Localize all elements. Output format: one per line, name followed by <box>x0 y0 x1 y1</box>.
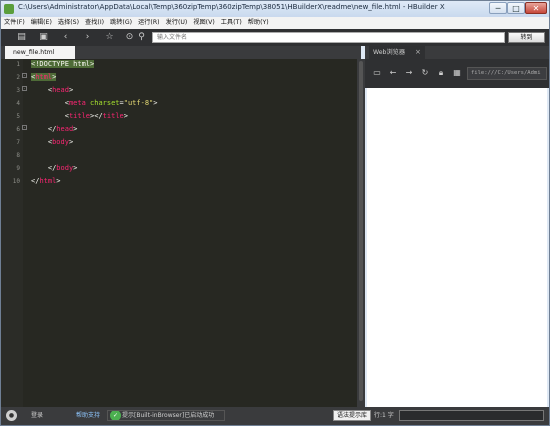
line-number: 2 <box>16 74 20 81</box>
fold-toggle-icon[interactable]: - <box>22 125 27 130</box>
menu-file[interactable]: 文件(F) <box>1 17 28 29</box>
web-preview[interactable] <box>367 88 547 407</box>
line-number: 6 <box>16 126 20 133</box>
code-line: <meta charset="utf-8"> <box>31 99 158 107</box>
code-editor[interactable]: 1 2 3 4 5 6 7 8 9 10 - - - <!DOCTYPE htm… <box>1 59 357 407</box>
maximize-button[interactable]: □ <box>507 2 525 14</box>
line-number: 5 <box>16 113 20 120</box>
app-window: C:\Users\Administrator\AppData\Local\Tem… <box>0 0 550 426</box>
code-line: <title></title> <box>31 112 128 120</box>
web-tab-label: Web浏览器 <box>373 49 406 56</box>
user-icon[interactable]: ● <box>6 410 17 421</box>
menu-publish[interactable]: 发行(U) <box>163 17 191 29</box>
code-line: <!DOCTYPE html> <box>31 60 95 68</box>
screen-icon[interactable]: ▭ <box>371 67 383 79</box>
back-icon[interactable]: ← <box>387 67 399 79</box>
menu-help[interactable]: 帮助(Y) <box>245 17 272 29</box>
back-icon[interactable]: ‹ <box>59 31 72 44</box>
menu-tools[interactable]: 工具(T) <box>218 17 245 29</box>
menu-view[interactable]: 视图(V) <box>190 17 217 29</box>
minimize-button[interactable]: ─ <box>489 2 507 14</box>
tab-web-browser[interactable]: Web浏览器 × <box>369 46 425 59</box>
line-gutter <box>1 59 23 407</box>
line-number: 4 <box>16 100 20 107</box>
line-number: 7 <box>16 139 20 146</box>
line-number: 8 <box>16 152 20 159</box>
cursor-position: 行:1 字 <box>374 412 394 419</box>
grid-icon[interactable]: ▦ <box>451 67 463 79</box>
new-file-icon[interactable]: ▤ <box>15 31 28 44</box>
menu-find[interactable]: 查找(I) <box>82 17 107 29</box>
file-search-input[interactable] <box>152 32 505 43</box>
code-line: </html> <box>31 177 61 185</box>
toolbar: ▤ ▣ ‹ › ☆ ⊙ ⚲ 转到 <box>1 29 549 46</box>
menu-run[interactable]: 运行(R) <box>135 17 163 29</box>
goto-button[interactable]: 转到 <box>508 32 545 43</box>
line-number: 9 <box>16 165 20 172</box>
web-tab-strip: Web浏览器 × <box>365 46 549 59</box>
tab-new-file[interactable]: new_file.html <box>5 46 75 59</box>
search-icon[interactable]: ⚲ <box>135 31 148 44</box>
menu-goto[interactable]: 跳转(G) <box>107 17 135 29</box>
code-line: <body> <box>31 138 74 146</box>
help-link[interactable]: 帮助支持 <box>76 410 100 421</box>
menu-edit[interactable]: 编辑(E) <box>28 17 55 29</box>
forward-icon[interactable]: → <box>403 67 415 79</box>
refresh-icon[interactable]: ↻ <box>419 67 431 79</box>
title-bar: C:\Users\Administrator\AppData\Local\Tem… <box>1 1 549 17</box>
fold-toggle-icon[interactable]: - <box>22 73 27 78</box>
menu-bar: 文件(F) 编辑(E) 选择(S) 查找(I) 跳转(G) 运行(R) 发行(U… <box>1 17 549 29</box>
web-url-field[interactable]: file:///C:/Users/Admi <box>467 67 547 80</box>
line-number: 3 <box>16 87 20 94</box>
menu-select[interactable]: 选择(S) <box>55 17 82 29</box>
syntax-hint-button[interactable]: 语法提示库 <box>333 410 371 421</box>
scrollbar-thumb[interactable] <box>359 61 363 401</box>
editor-scrollbar[interactable] <box>357 59 365 407</box>
close-icon[interactable]: × <box>415 46 421 59</box>
close-button[interactable]: ✕ <box>525 2 547 14</box>
fold-toggle-icon[interactable]: - <box>22 86 27 91</box>
status-bar: ● 登录 帮助支持 ✓ 提示[Built-inBrowser]已启动成功 语法提… <box>1 407 549 425</box>
editor-tab-strip: new_file.html <box>1 46 361 59</box>
web-toolbar: ▭ ← → ↻ 🔒︎ ▦ file:///C:/Users/Admi <box>365 59 549 88</box>
save-icon[interactable]: ▣ <box>37 31 50 44</box>
code-line: </head> <box>31 125 78 133</box>
code-line: <head> <box>31 86 74 94</box>
lock-icon[interactable]: 🔒︎ <box>435 67 447 79</box>
status-message: 提示[Built-inBrowser]已启动成功 <box>122 412 215 419</box>
code-line: </body> <box>31 164 78 172</box>
bookmark-icon[interactable]: ☆ <box>103 31 116 44</box>
login-link[interactable]: 登录 <box>31 410 43 421</box>
hbuilder-logo-icon <box>4 4 14 14</box>
window-title: C:\Users\Administrator\AppData\Local\Tem… <box>18 3 445 11</box>
forward-icon[interactable]: › <box>81 31 94 44</box>
code-line: <html> <box>31 73 57 81</box>
line-number: 1 <box>16 61 20 68</box>
line-number: 10 <box>12 178 20 185</box>
progress-bar <box>399 410 544 421</box>
